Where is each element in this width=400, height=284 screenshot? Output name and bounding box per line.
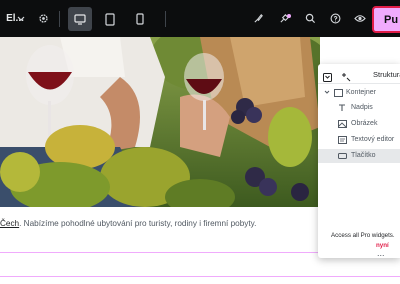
description-text: Čech. Nabízíme pohodlné ubytování pro tu… [0,219,256,228]
editor-top-bar: El... Pu [0,0,400,37]
tree-item-button[interactable]: Tlačítko [318,149,400,163]
tree-item-label: Tlačítko [351,152,376,159]
desktop-icon[interactable] [68,7,92,31]
structure-panel-title: Struktura [373,70,400,79]
tree-item-heading[interactable]: Nadpis [318,101,400,115]
tree-item-label: Textový editor [351,136,395,143]
structure-panel: Struktura Kontejner Nadpis Obrázek Texto… [318,64,400,258]
magic-add-icon[interactable] [341,69,351,82]
section-border [0,276,400,277]
separator [59,11,60,27]
button-icon [338,153,347,159]
container-icon [334,89,343,97]
image-icon [338,120,347,128]
description-rest: . Nabízíme pohodlné ubytování pro turist… [19,219,257,228]
tree-item-image[interactable]: Obrázek [318,117,400,131]
gear-icon[interactable] [34,0,52,37]
tree-item-text-editor[interactable]: Textový editor [318,133,400,147]
text-editor-icon [338,136,347,144]
panel-toggle-icon[interactable] [323,69,333,82]
hero-image[interactable] [0,37,320,207]
notification-dot [287,14,291,18]
chevron-down-icon[interactable] [15,0,27,37]
tree-item-label: Obrázek [351,120,378,127]
structure-panel-header: Struktura [318,64,400,84]
pro-promo-text: Access all Pro widgets. [331,232,395,239]
help-icon[interactable] [327,0,343,37]
czech-link[interactable]: Čech [0,219,19,228]
tree-item-label: Kontejner [346,89,376,96]
chevron-down-icon[interactable] [324,89,330,95]
publish-button[interactable]: Pu [372,6,400,33]
tablet-icon[interactable] [98,7,122,31]
tree-item-container[interactable]: Kontejner [318,86,400,100]
heading-icon [339,104,345,111]
notifications-icon[interactable] [276,0,292,37]
more-options-icon[interactable]: ... [377,248,385,258]
mobile-icon[interactable] [128,7,152,31]
tree-item-label: Nadpis [351,104,373,111]
preview-eye-icon[interactable] [352,0,368,37]
separator [165,11,166,27]
search-icon[interactable] [302,0,318,37]
brush-icon[interactable] [250,0,266,37]
